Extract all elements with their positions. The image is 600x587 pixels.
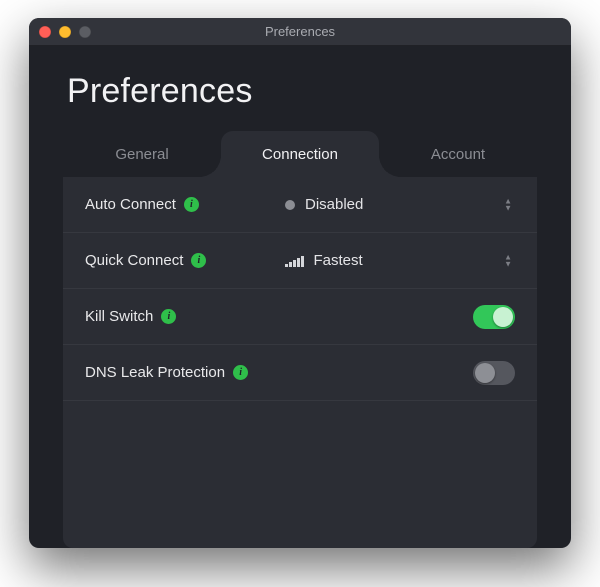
preferences-window: Preferences Preferences General Connecti… [29, 18, 571, 548]
settings-panel: Auto Connect i Disabled ▲▼ Quick Connect… [63, 177, 537, 548]
row-quick-connect: Quick Connect i Fastest ▲▼ [63, 233, 537, 289]
signal-bars-icon [285, 255, 304, 267]
dns-leak-protection-toggle[interactable] [473, 361, 515, 385]
row-dns-leak-protection: DNS Leak Protection i [63, 345, 537, 401]
auto-connect-select[interactable]: Disabled ▲▼ [285, 177, 515, 232]
row-kill-switch: Kill Switch i [63, 289, 537, 345]
dns-leak-protection-label: DNS Leak Protection [85, 364, 225, 381]
info-icon[interactable]: i [191, 253, 206, 268]
row-auto-connect: Auto Connect i Disabled ▲▼ [63, 177, 537, 233]
quick-connect-value: Fastest [314, 252, 363, 269]
window-controls [39, 26, 91, 38]
chevron-up-down-icon: ▲▼ [504, 254, 511, 267]
info-icon[interactable]: i [233, 365, 248, 380]
disabled-icon [285, 200, 295, 210]
tab-general[interactable]: General [63, 131, 221, 177]
close-window-button[interactable] [39, 26, 51, 38]
quick-connect-select[interactable]: Fastest ▲▼ [285, 233, 515, 288]
maximize-window-button[interactable] [79, 26, 91, 38]
auto-connect-label: Auto Connect [85, 196, 176, 213]
info-icon[interactable]: i [184, 197, 199, 212]
kill-switch-toggle[interactable] [473, 305, 515, 329]
tab-account[interactable]: Account [379, 131, 537, 177]
chevron-up-down-icon: ▲▼ [504, 198, 511, 211]
window-title: Preferences [29, 24, 571, 39]
minimize-window-button[interactable] [59, 26, 71, 38]
tab-bar: General Connection Account [63, 131, 537, 177]
toggle-knob [475, 363, 495, 383]
page-title: Preferences [67, 72, 537, 111]
content-area: Preferences General Connection Account A… [29, 46, 571, 548]
kill-switch-label: Kill Switch [85, 308, 153, 325]
quick-connect-label: Quick Connect [85, 252, 183, 269]
tab-connection[interactable]: Connection [221, 131, 379, 177]
titlebar: Preferences [29, 18, 571, 46]
info-icon[interactable]: i [161, 309, 176, 324]
toggle-knob [493, 307, 513, 327]
auto-connect-value: Disabled [305, 196, 363, 213]
